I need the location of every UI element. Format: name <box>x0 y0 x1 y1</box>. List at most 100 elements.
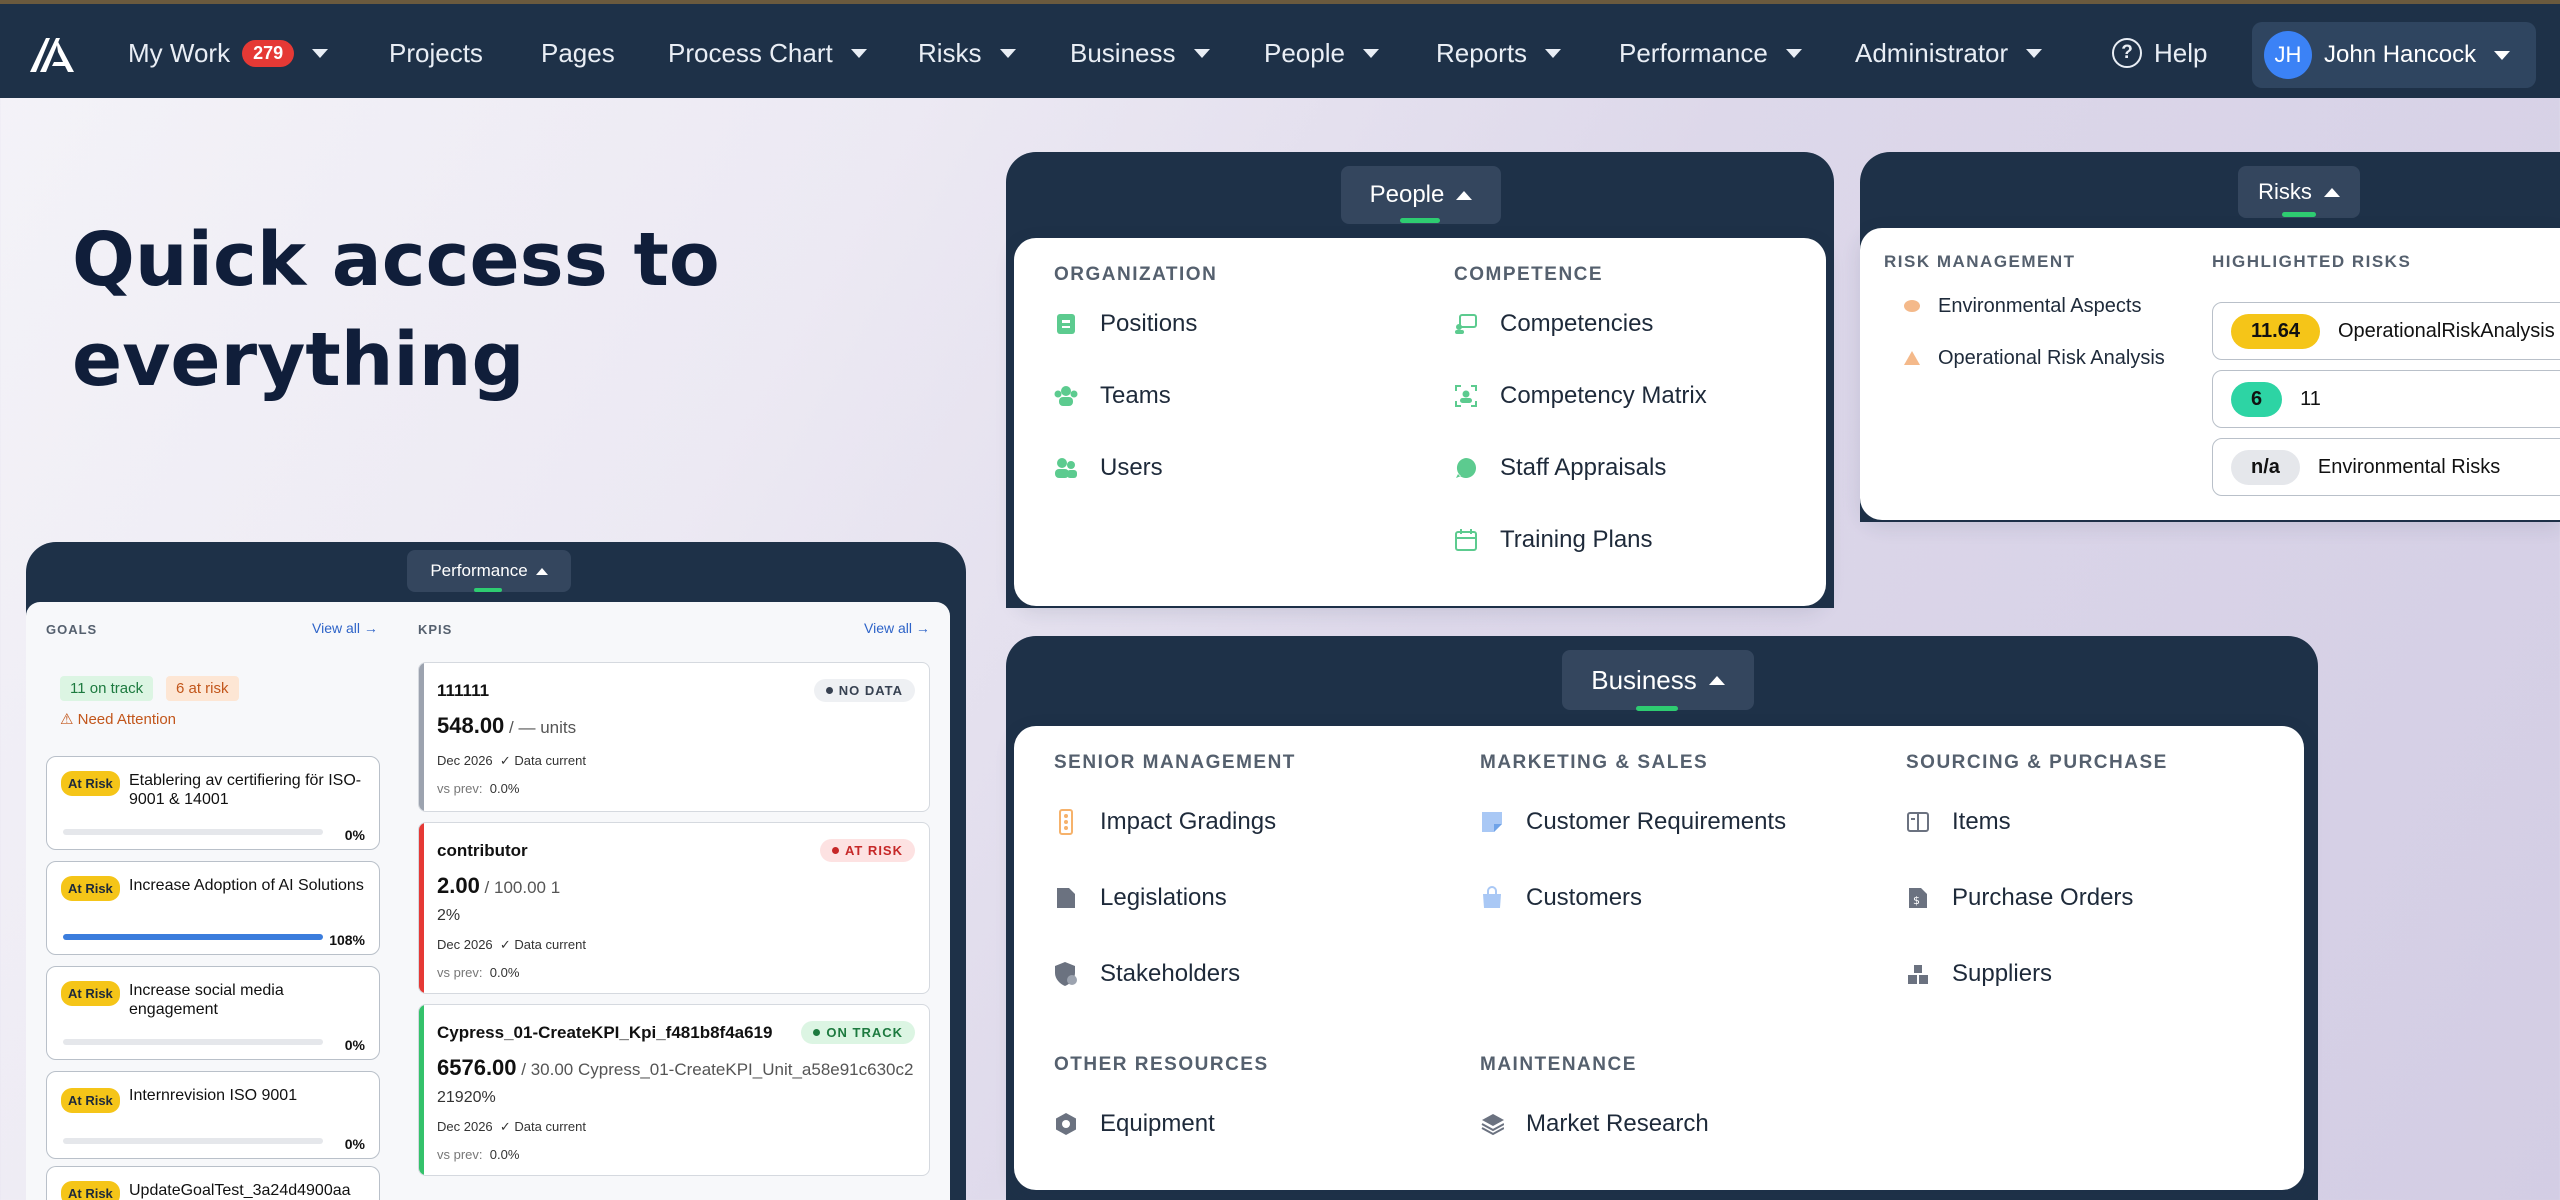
goal-card[interactable]: At Risk Increase social media engagement… <box>46 966 380 1060</box>
menu-item-equipment[interactable]: Equipment <box>1054 1110 1215 1138</box>
chat-bubble-icon <box>1454 456 1478 480</box>
chevron-up-icon <box>535 567 548 575</box>
menu-item-teams-label: Teams <box>1100 382 1171 409</box>
people-panel-toggle[interactable]: People <box>1341 166 1501 224</box>
goal-progress-fill <box>63 934 323 940</box>
nav-process-chart[interactable]: Process Chart <box>668 4 867 102</box>
menu-item-impact-gradings[interactable]: Impact Gradings <box>1054 808 1276 836</box>
on-track-count-badge: 11 on track <box>60 676 154 701</box>
kpi-vs-prev: vs prev: 0.0% <box>437 1147 519 1162</box>
nav-people[interactable]: People <box>1264 4 1379 102</box>
svg-text:$: $ <box>1913 894 1920 907</box>
risk-score-badge: 11.64 <box>2231 313 2320 349</box>
risk-name: OperationalRiskAnalysis <box>2337 319 2555 342</box>
my-work-count-badge: 279 <box>242 39 295 67</box>
hero-headline-line-2: everything <box>72 317 525 403</box>
performance-panel-toggle[interactable]: Performance <box>407 550 571 592</box>
nav-risks[interactable]: Risks <box>918 4 1016 102</box>
kpi-vs-value: 0.0% <box>489 781 520 796</box>
menu-item-operational-risk-analysis-label: Operational Risk Analysis <box>1938 346 2165 369</box>
kpi-data-current: ✓ Data current <box>499 1119 586 1134</box>
highlighted-risk-row[interactable]: 11.64 OperationalRiskAnalysis <box>2212 302 2560 360</box>
kpi-card[interactable]: 111111 NO DATA 548.00 / — units Dec 2026… <box>418 662 930 812</box>
menu-item-purchase-orders[interactable]: $ Purchase Orders <box>1906 884 2133 912</box>
goal-card[interactable]: At Risk Etablering av certifiering för I… <box>46 756 380 850</box>
menu-item-competency-matrix[interactable]: Competency Matrix <box>1454 382 1707 410</box>
nav-projects[interactable]: Projects <box>389 4 483 102</box>
kpi-percent: 2% <box>437 907 461 924</box>
risks-panel-toggle[interactable]: Risks <box>2238 166 2360 218</box>
kpi-card[interactable]: Cypress_01-CreateKPI_Kpi_f481b8f4a619 ON… <box>418 1004 930 1176</box>
menu-item-positions[interactable]: Positions <box>1054 310 1197 338</box>
menu-item-suppliers[interactable]: Suppliers <box>1906 960 2052 988</box>
nav-pages[interactable]: Pages <box>541 4 615 102</box>
goal-card[interactable]: At Risk Increase Adoption of AI Solution… <box>46 861 380 955</box>
menu-item-customers[interactable]: Customers <box>1480 884 1642 912</box>
menu-item-environmental-aspects[interactable]: Environmental Aspects <box>1900 294 2141 318</box>
status-dot-icon <box>825 687 833 694</box>
kpi-vs-value: 0.0% <box>489 1147 520 1162</box>
chevron-up-icon <box>2323 187 2340 197</box>
nav-help[interactable]: ? Help <box>2112 4 2207 102</box>
highlighted-risk-row[interactable]: n/a Environmental Risks <box>2212 438 2560 496</box>
menu-item-training-plans[interactable]: Training Plans <box>1454 526 1653 554</box>
goal-progress-bar <box>63 934 323 940</box>
app-logo-icon[interactable] <box>28 34 78 74</box>
menu-item-teams[interactable]: Teams <box>1054 382 1171 410</box>
active-indicator <box>1400 218 1440 223</box>
kpi-date-line: Dec 2026 ✓ Data current <box>437 753 586 769</box>
nav-my-work[interactable]: My Work 279 <box>128 4 329 102</box>
kpis-section-title: KPIS <box>418 622 453 637</box>
kpis-view-all-link[interactable]: View all → <box>864 620 930 636</box>
menu-item-customer-requirements[interactable]: Customer Requirements <box>1480 808 1786 836</box>
highlighted-risk-row[interactable]: 6 11 <box>2212 370 2560 428</box>
menu-item-stakeholders[interactable]: Stakeholders <box>1054 960 1240 988</box>
risk-score-badge: n/a <box>2231 449 2300 485</box>
nav-reports[interactable]: Reports <box>1436 4 1562 102</box>
hero-headline-line-1: Quick access to <box>72 217 720 303</box>
nav-my-work-label: My Work <box>128 37 231 68</box>
nav-performance[interactable]: Performance <box>1619 4 1802 102</box>
maintenance-section-title: MAINTENANCE <box>1480 1054 1637 1075</box>
menu-item-environmental-aspects-label: Environmental Aspects <box>1938 294 2142 317</box>
menu-item-staff-appraisals[interactable]: Staff Appraisals <box>1454 454 1666 482</box>
goal-title: UpdateGoalTest_3a24d4900aa <box>129 1182 351 1199</box>
user-menu-button[interactable]: JH John Hancock <box>2252 22 2536 88</box>
menu-item-items[interactable]: Items <box>1906 808 2011 836</box>
menu-item-staff-appraisals-label: Staff Appraisals <box>1500 454 1667 481</box>
nav-administrator-label: Administrator <box>1855 37 2009 68</box>
users-icon <box>1054 456 1078 480</box>
target-user-icon <box>1454 384 1478 408</box>
chevron-up-icon <box>1708 675 1725 685</box>
menu-item-legislations[interactable]: Legislations <box>1054 884 1227 912</box>
goal-percent: 108% <box>329 932 365 948</box>
menu-item-users[interactable]: Users <box>1054 454 1163 482</box>
nav-business[interactable]: Business <box>1070 4 1210 102</box>
goal-card[interactable]: At Risk UpdateGoalTest_3a24d4900aa <box>46 1166 380 1200</box>
goal-progress-bar <box>63 1039 323 1045</box>
kpi-vs-label: vs prev: <box>437 781 483 796</box>
active-indicator <box>1636 706 1678 711</box>
menu-item-suppliers-label: Suppliers <box>1952 960 2053 987</box>
kpi-name: contributor <box>437 841 528 860</box>
menu-item-competency-matrix-label: Competency Matrix <box>1500 382 1707 409</box>
status-dot-icon <box>831 847 839 854</box>
at-risk-badge: At Risk <box>61 771 120 796</box>
competence-section-title: COMPETENCE <box>1454 264 1604 285</box>
menu-item-operational-risk-analysis[interactable]: Operational Risk Analysis <box>1900 346 2165 370</box>
kpi-target: / — units <box>504 718 577 737</box>
kpi-target: / 30.00 Cypress_01-CreateKPI_Unit_a58e91… <box>516 1060 914 1079</box>
kpi-data-current: ✓ Data current <box>499 753 586 768</box>
risk-name: Environmental Risks <box>2317 455 2501 478</box>
menu-item-competencies[interactable]: Competencies <box>1454 310 1653 338</box>
goals-view-all-link[interactable]: View all → <box>312 620 378 636</box>
kpi-value: 2.00 <box>437 873 480 898</box>
nav-administrator[interactable]: Administrator <box>1855 4 2043 102</box>
goal-card[interactable]: At Risk Internrevision ISO 9001 0% <box>46 1071 380 1159</box>
business-panel-toggle[interactable]: Business <box>1562 650 1754 710</box>
kpi-vs-prev: vs prev: 0.0% <box>437 781 519 796</box>
menu-item-customers-label: Customers <box>1526 884 1643 911</box>
kpi-card[interactable]: contributor AT RISK 2.00 / 100.00 1 2% D… <box>418 822 930 994</box>
menu-item-market-research[interactable]: Market Research <box>1480 1110 1709 1138</box>
menu-item-purchase-orders-label: Purchase Orders <box>1952 884 2134 911</box>
